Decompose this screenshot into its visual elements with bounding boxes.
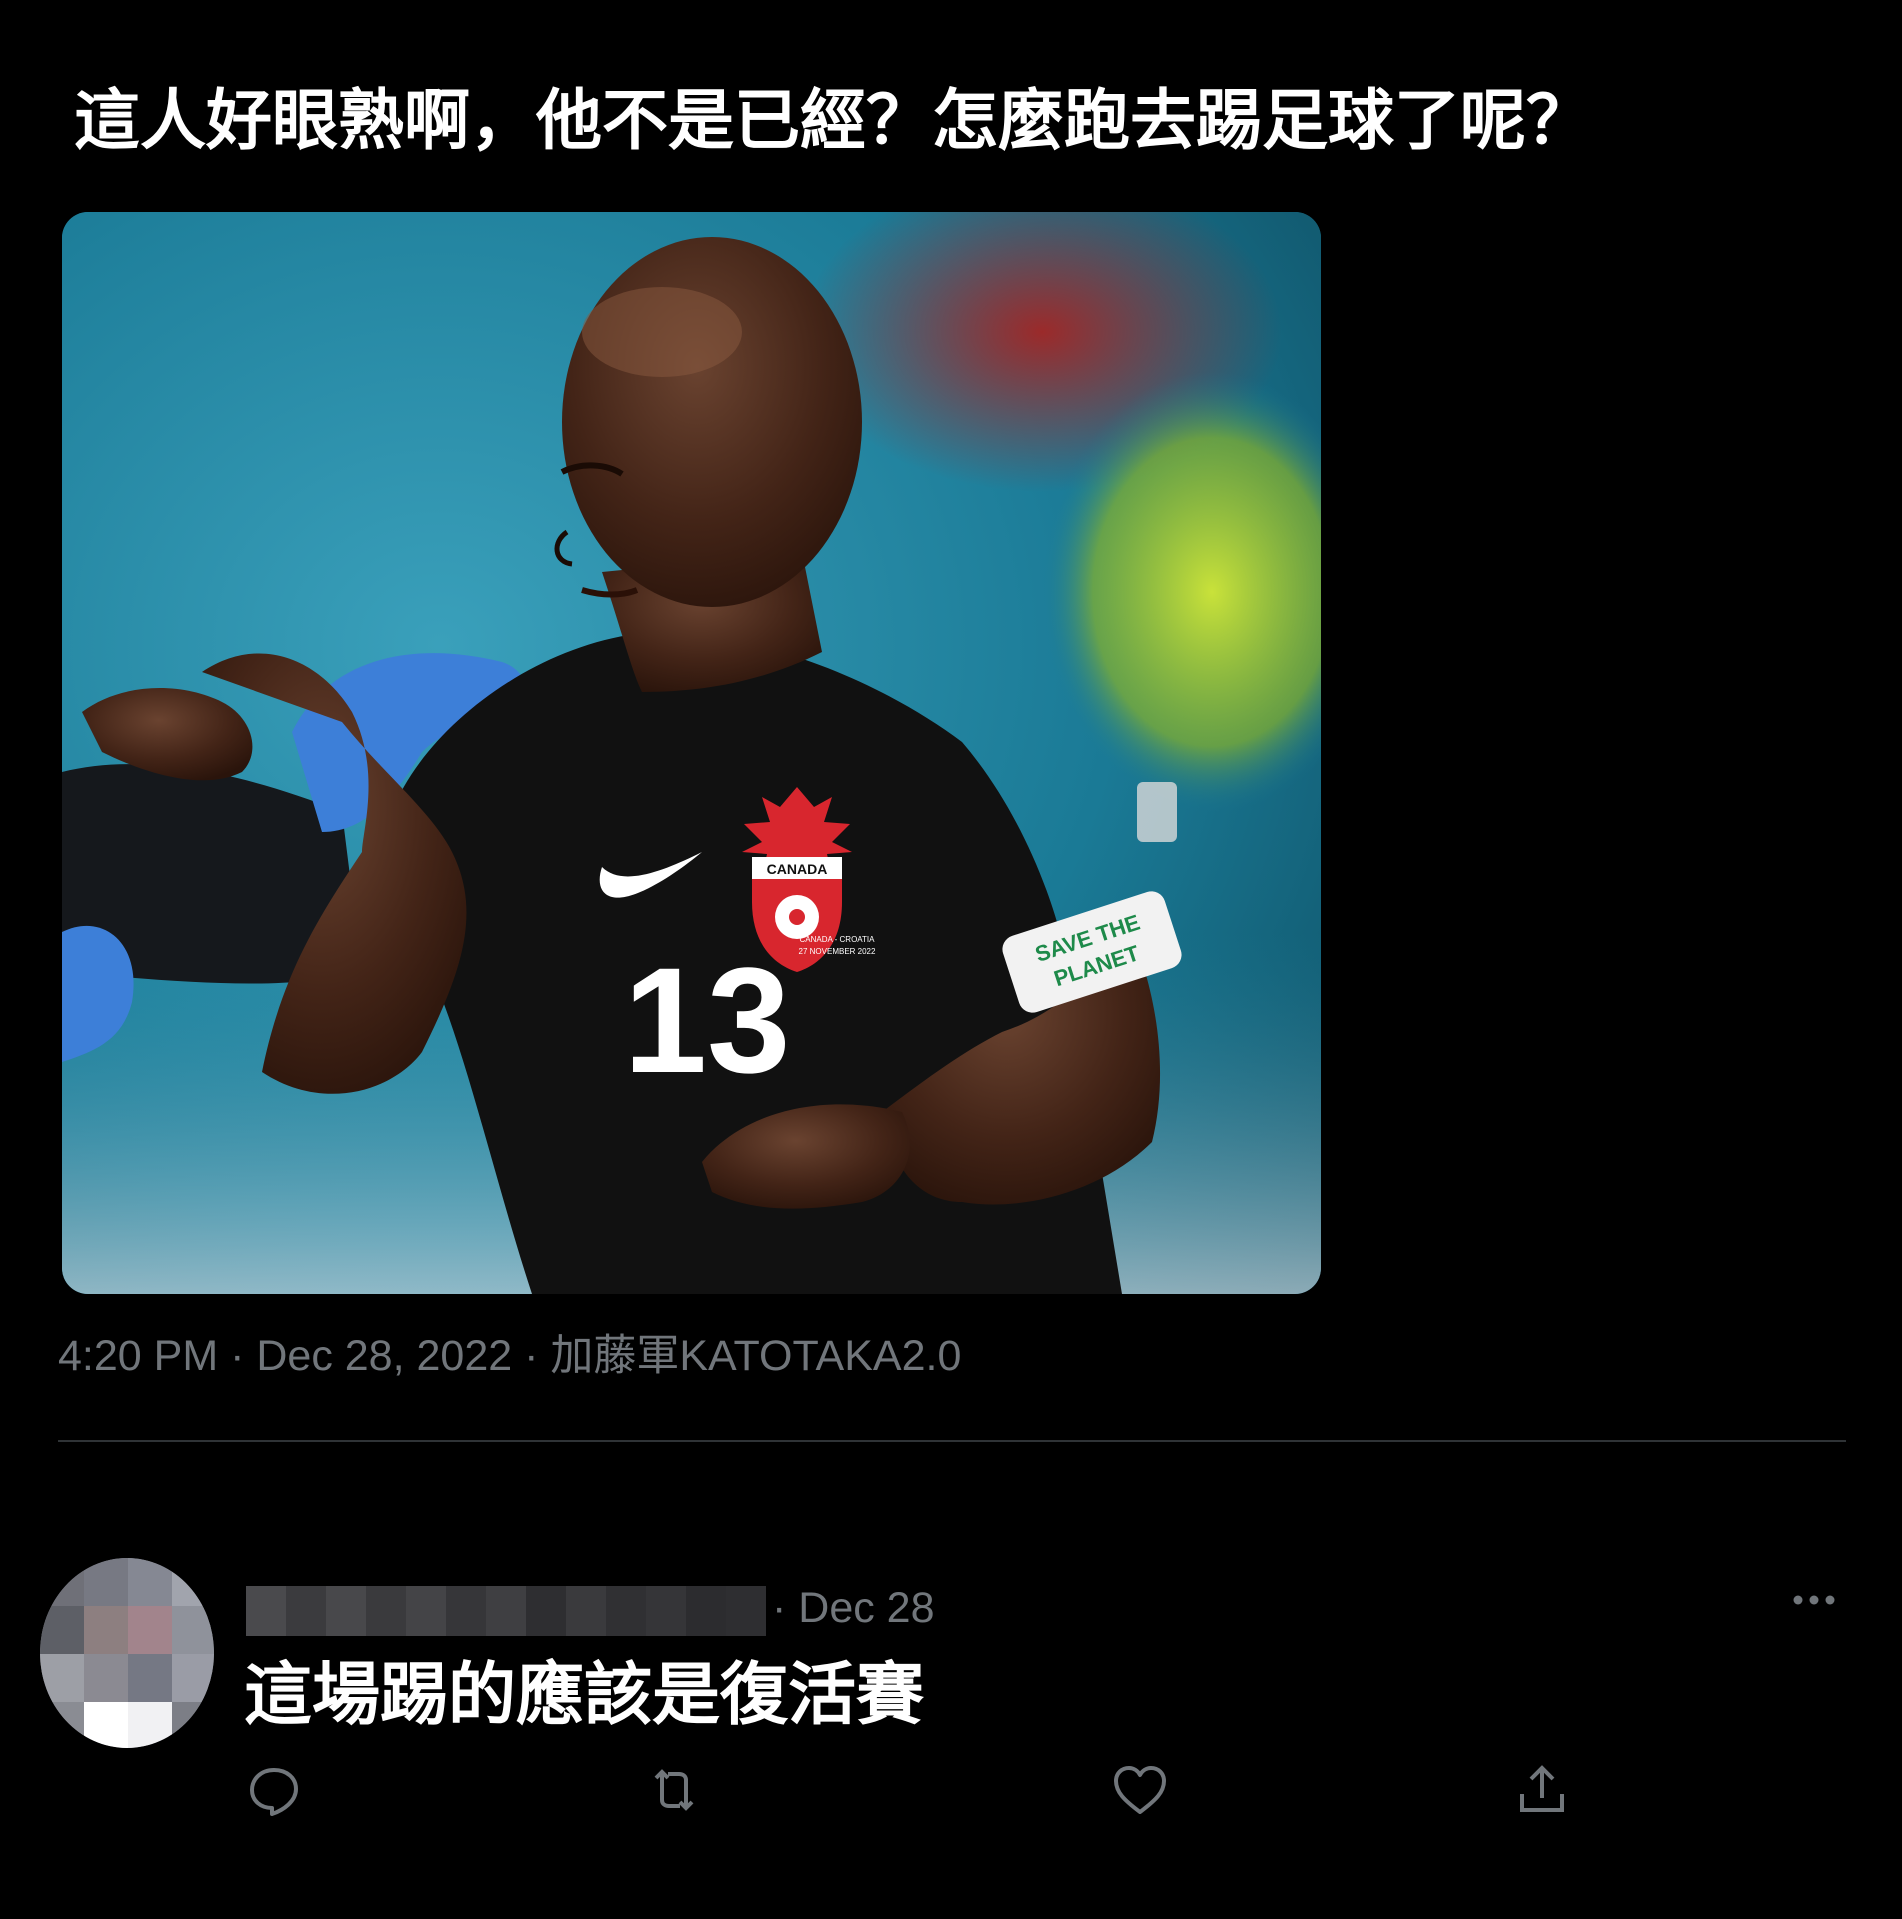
share-icon[interactable] — [1512, 1760, 1572, 1820]
match-text-line1: CANADA - CROATIA — [800, 935, 876, 944]
crest-text: CANADA — [767, 861, 828, 877]
reply-text: 這場踢的應該是復活賽 — [244, 1657, 925, 1733]
jersey-number: 13 — [624, 936, 791, 1104]
divider — [58, 1440, 1846, 1442]
like-icon[interactable] — [1110, 1760, 1170, 1820]
reply-date: · Dec 28 — [772, 1584, 935, 1632]
retweet-icon[interactable] — [644, 1760, 704, 1820]
tweet-text: 這人好眼熟啊，他不是已經？怎麼跑去踢足球了呢？ — [74, 83, 1592, 157]
tweet-meta: 4:20 PM · Dec 28, 2022 · 加藤軍KATOTAKA2.0 — [58, 1332, 962, 1380]
reply-icon[interactable] — [244, 1760, 304, 1820]
reply-username-redacted — [246, 1586, 766, 1636]
avatar[interactable] — [40, 1558, 214, 1748]
pixelated-avatar — [40, 1558, 214, 1748]
more-icon[interactable] — [1786, 1572, 1842, 1628]
soccer-player-photo: SAVE THE PLANET CANADA 13 CANADA - CROAT… — [62, 212, 1321, 1294]
reply-actions — [0, 1760, 1902, 1830]
match-text-line2: 27 NOVEMBER 2022 — [799, 947, 876, 956]
tweet-photo[interactable]: SAVE THE PLANET CANADA 13 CANADA - CROAT… — [62, 212, 1321, 1294]
